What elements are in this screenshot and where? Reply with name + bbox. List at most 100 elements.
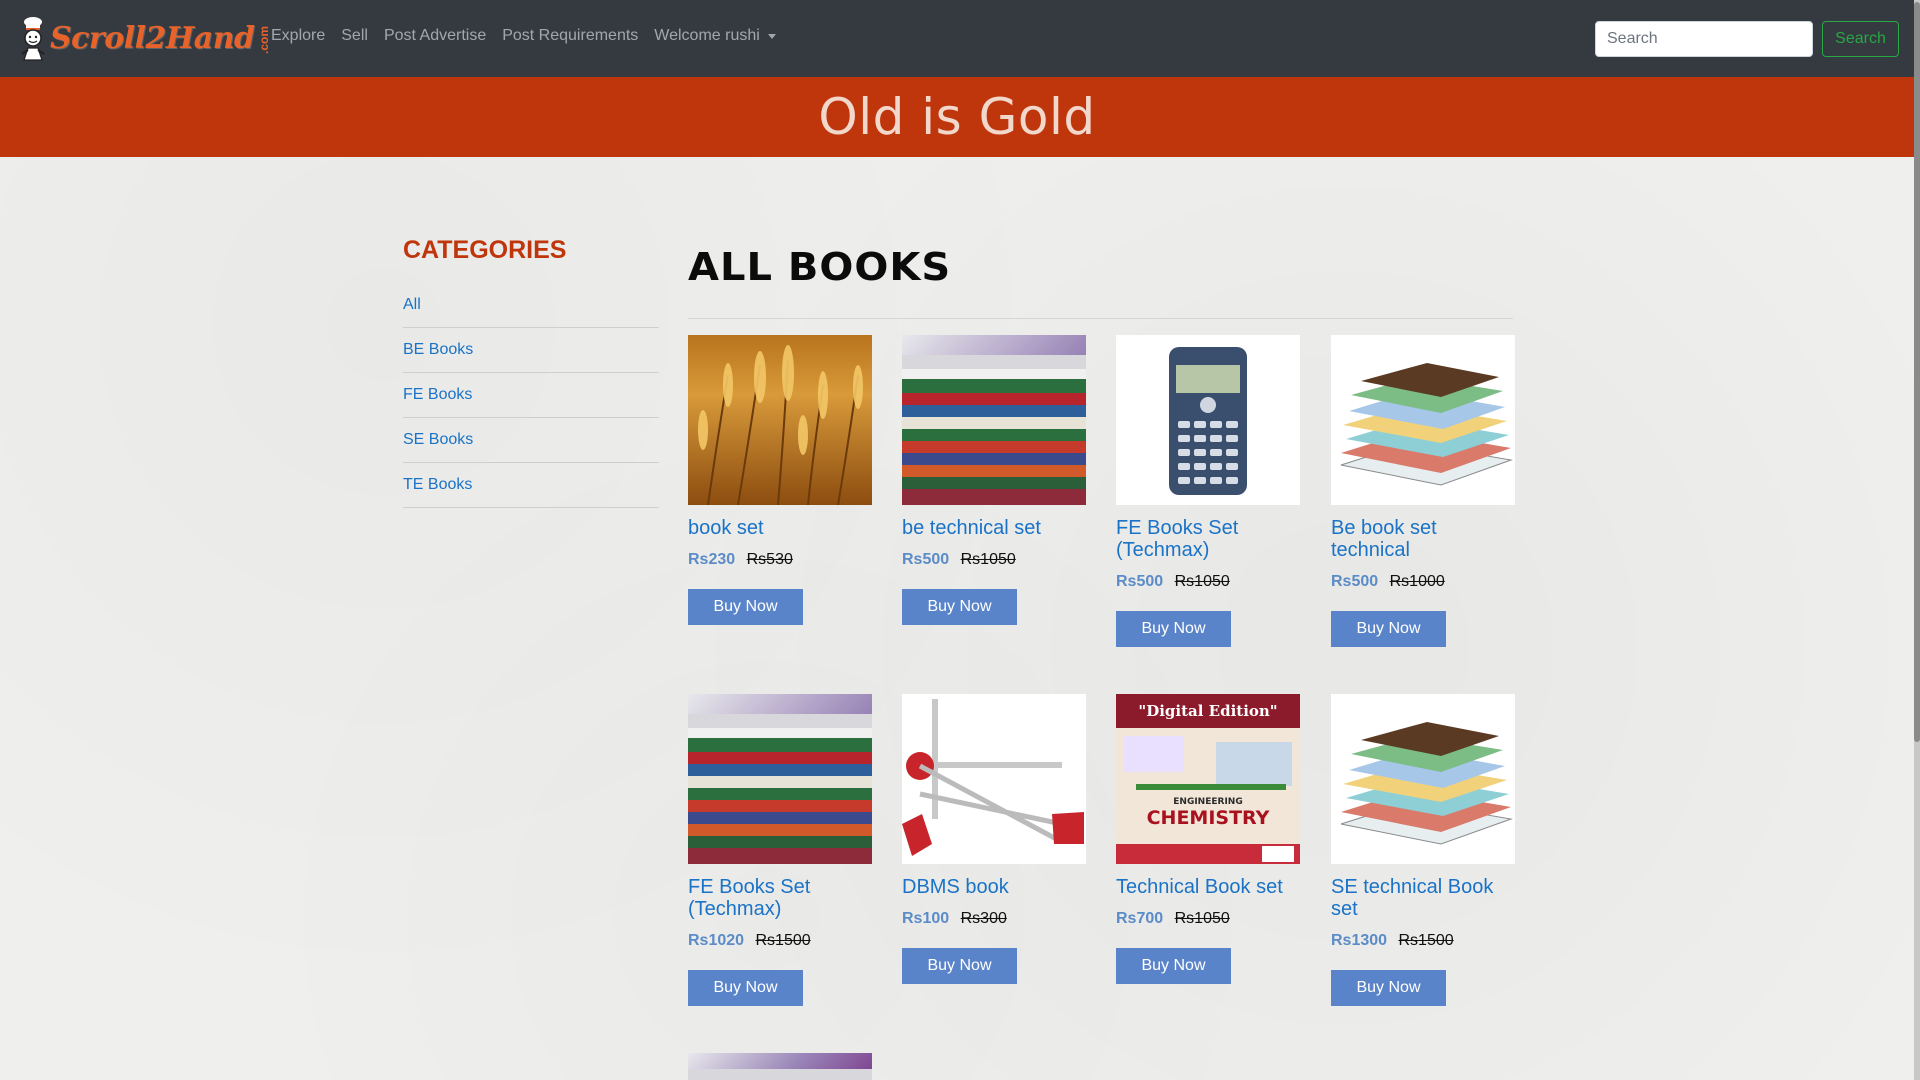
drafter-tool-image bbox=[902, 699, 1084, 856]
product-price: Rs230 bbox=[688, 551, 736, 568]
buy-now-button[interactable]: Buy Now bbox=[688, 589, 803, 625]
brand-logo[interactable]: Scroll2Hand .com bbox=[18, 16, 271, 62]
category-list: All BE Books FE Books SE Books TE Books bbox=[403, 283, 659, 508]
product-card: SE technical Book set Rs1300 Rs1500 Buy … bbox=[1331, 694, 1515, 1006]
category-be-books[interactable]: BE Books bbox=[403, 341, 473, 359]
category-all[interactable]: All bbox=[403, 296, 421, 314]
product-image[interactable] bbox=[688, 1053, 872, 1080]
product-image[interactable] bbox=[902, 335, 1086, 505]
categories-sidebar: CATEGORIES All BE Books FE Books SE Book… bbox=[403, 236, 659, 508]
book-pile-image bbox=[1340, 363, 1513, 486]
chef-mascot-icon bbox=[21, 17, 45, 61]
buy-now-button[interactable]: Buy Now bbox=[1331, 970, 1446, 1006]
product-card: Be book set technical Rs500 Rs1000 Buy N… bbox=[1331, 335, 1515, 647]
product-prices: Rs500 Rs1050 bbox=[902, 551, 1086, 571]
product-image[interactable] bbox=[1331, 335, 1515, 505]
product-prices: Rs100 Rs300 bbox=[902, 910, 1086, 930]
product-title[interactable]: Be book set technical bbox=[1331, 517, 1515, 561]
product-old-price: Rs530 bbox=[746, 551, 793, 568]
product-title[interactable]: DBMS book bbox=[902, 876, 1086, 898]
product-old-price: Rs1050 bbox=[1174, 573, 1230, 590]
user-menu-label: Welcome rushi bbox=[654, 27, 760, 44]
user-menu-dropdown[interactable]: Welcome rushi bbox=[654, 27, 776, 45]
page-scrollbar[interactable] bbox=[1914, 0, 1920, 1080]
product-prices: Rs1020 Rs1500 bbox=[688, 932, 872, 952]
nav-explore[interactable]: Explore bbox=[271, 27, 325, 45]
product-old-price: Rs300 bbox=[960, 910, 1007, 927]
book-stack-photo bbox=[688, 714, 872, 864]
product-price: Rs500 bbox=[1331, 573, 1379, 590]
buy-now-button[interactable]: Buy Now bbox=[1331, 611, 1446, 647]
product-image[interactable]: "Digital Edition" ENGINEERING CHEMISTRY bbox=[1116, 694, 1300, 864]
book-stack-photo bbox=[688, 1069, 872, 1080]
product-price: Rs700 bbox=[1116, 910, 1164, 927]
category-te-books[interactable]: TE Books bbox=[403, 476, 472, 494]
chemistry-book-cover: "Digital Edition" ENGINEERING CHEMISTRY bbox=[1116, 694, 1300, 864]
product-prices: Rs500 Rs1000 bbox=[1331, 573, 1515, 593]
product-card: "Digital Edition" ENGINEERING CHEMISTRY … bbox=[1116, 694, 1300, 984]
product-prices: Rs700 Rs1050 bbox=[1116, 910, 1300, 930]
main-nav: Explore Sell Post Advertise Post Require… bbox=[271, 27, 792, 45]
product-price: Rs100 bbox=[902, 910, 950, 927]
product-prices: Rs230 Rs530 bbox=[688, 551, 872, 571]
product-old-price: Rs1500 bbox=[755, 932, 811, 949]
product-image[interactable] bbox=[902, 694, 1086, 864]
scrollbar-thumb[interactable] bbox=[1914, 2, 1920, 742]
product-title[interactable]: SE technical Book set bbox=[1331, 876, 1515, 920]
wheat-field-image bbox=[698, 345, 863, 505]
hero-title: Old is Gold bbox=[818, 88, 1096, 146]
product-price: Rs500 bbox=[1116, 573, 1164, 590]
buy-now-button[interactable]: Buy Now bbox=[1116, 611, 1231, 647]
product-prices: Rs1300 Rs1500 bbox=[1331, 932, 1515, 952]
product-image[interactable] bbox=[1331, 694, 1515, 864]
buy-now-button[interactable]: Buy Now bbox=[1116, 948, 1231, 984]
book-pile-image bbox=[1340, 722, 1513, 845]
product-title[interactable]: Technical Book set bbox=[1116, 876, 1300, 898]
product-price: Rs500 bbox=[902, 551, 950, 568]
page-title: All Books bbox=[688, 245, 952, 290]
product-title[interactable]: FE Books Set (Techmax) bbox=[688, 876, 872, 920]
buy-now-button[interactable]: Buy Now bbox=[902, 589, 1017, 625]
product-card: FE Books Set (Techmax) Rs500 Rs1050 Buy … bbox=[1116, 335, 1300, 647]
list-item: BE Books bbox=[403, 328, 659, 373]
product-card: DBMS book Rs100 Rs300 Buy Now bbox=[902, 694, 1086, 984]
product-card: book set Rs230 Rs530 Buy Now bbox=[688, 335, 872, 625]
buy-now-button[interactable]: Buy Now bbox=[688, 970, 803, 1006]
product-image[interactable] bbox=[688, 335, 872, 505]
category-se-books[interactable]: SE Books bbox=[403, 431, 473, 449]
product-prices: Rs500 Rs1050 bbox=[1116, 573, 1300, 593]
product-title[interactable]: FE Books Set (Techmax) bbox=[1116, 517, 1300, 561]
product-price: Rs1300 bbox=[1331, 932, 1388, 949]
search-button[interactable]: Search bbox=[1822, 21, 1899, 57]
products-section: All Books book set bbox=[688, 236, 1515, 1080]
list-item: FE Books bbox=[403, 373, 659, 418]
product-old-price: Rs1500 bbox=[1398, 932, 1454, 949]
brand-name: Scroll2Hand bbox=[50, 21, 255, 56]
product-old-price: Rs1050 bbox=[1174, 910, 1230, 927]
top-navbar: Scroll2Hand .com Explore Sell Post Adver… bbox=[0, 0, 1914, 77]
product-price: Rs1020 bbox=[688, 932, 745, 949]
nav-post-advertise[interactable]: Post Advertise bbox=[384, 27, 486, 45]
product-image[interactable] bbox=[1116, 335, 1300, 505]
calculator-image bbox=[1169, 347, 1247, 495]
search-input[interactable] bbox=[1595, 21, 1813, 57]
product-old-price: Rs1000 bbox=[1389, 573, 1445, 590]
cover-subject: ENGINEERING bbox=[1173, 797, 1242, 807]
category-fe-books[interactable]: FE Books bbox=[403, 386, 472, 404]
cover-title: CHEMISTRY bbox=[1147, 807, 1270, 829]
buy-now-button[interactable]: Buy Now bbox=[902, 948, 1017, 984]
product-card: FE Books Set (Techmax) Rs1020 Rs1500 Buy… bbox=[688, 694, 872, 1006]
hero-banner: Old is Gold bbox=[0, 77, 1914, 157]
book-stack-photo bbox=[902, 355, 1086, 505]
product-old-price: Rs1050 bbox=[960, 551, 1016, 568]
list-item: All bbox=[403, 283, 659, 328]
cover-banner: "Digital Edition" bbox=[1138, 702, 1277, 720]
caret-down-icon bbox=[767, 33, 776, 39]
nav-post-requirements[interactable]: Post Requirements bbox=[502, 27, 638, 45]
categories-heading: CATEGORIES bbox=[403, 236, 567, 264]
product-title[interactable]: book set bbox=[688, 517, 872, 539]
nav-sell[interactable]: Sell bbox=[341, 27, 368, 45]
list-item: TE Books bbox=[403, 463, 659, 508]
product-image[interactable] bbox=[688, 694, 872, 864]
product-title[interactable]: be technical set bbox=[902, 517, 1086, 539]
